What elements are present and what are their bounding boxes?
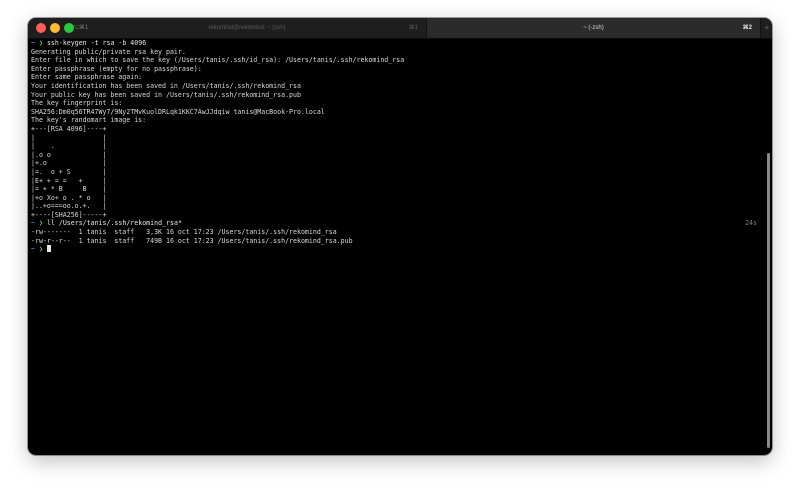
prompt-directory: ~ [31,245,35,254]
output-line: | . | [31,142,107,151]
output-line: Your identification has been saved in /U… [31,81,301,90]
output-line: |.o o | [31,150,107,159]
new-tab-button[interactable]: + [760,18,772,38]
close-window-button[interactable] [36,23,46,33]
output-line: Your public key has been saved in /Users… [31,90,301,99]
tab-ssh[interactable]: ⌥⌘1 rekomind@rekomind: ~ (ssh) ⌘1 [28,18,426,38]
command-line: ~ ❯ [31,245,759,254]
output-line: Enter passphrase (empty for no passphras… [31,64,202,73]
output-line: +---[RSA 4096]----+ [31,124,107,133]
output-line: |+.o | [31,159,107,168]
command-text: ll /Users/tanis/.ssh/rekomind_rsa* [46,219,182,228]
output-line: SHA256:Dm0q56TR47Wy7/9Ny2TMvKuolDRLqk1KK… [31,107,325,116]
command-line: ~ ❯ ll /Users/tanis/.ssh/rekomind_rsa* 24… [31,219,759,228]
output-line: The key's randomart image is: [31,116,147,125]
terminal-output[interactable]: ~ ❯ ssh-keygen -t rsa -b 4096 Generating … [31,39,759,453]
tab-shortcut: ⌘2 [742,25,752,31]
terminal-window: ⌥⌘1 rekomind@rekomind: ~ (ssh) ⌘1 ~ (-zs… [28,18,772,455]
scrollbar[interactable] [767,153,770,448]
output-line: | | [31,133,107,142]
prompt-arrow-icon: ❯ [38,219,43,228]
output-line: -rw------- 1 tanis staff 3,3K 16 oct 17:… [31,228,337,237]
tab-title: rekomind@rekomind: ~ (ssh) [208,25,286,31]
output-line: |+o Xo+ o . * o | [31,193,107,202]
output-line: -rw-r--r-- 1 tanis staff 749B 16 oct 17:… [31,236,353,245]
output-line: Generating public/private rsa key pair. [31,47,186,56]
minimize-window-button[interactable] [50,23,60,33]
output-line: |= + * B B | [31,185,107,194]
text-cursor [46,245,51,253]
command-text: ssh-keygen -t rsa -b 4096 [46,39,147,47]
output-line: +----[SHA256]-----+ [31,210,107,219]
output-line: |=. o + S | [31,167,107,176]
tab-zsh[interactable]: ~ (-zsh) ⌘2 [426,18,760,38]
output-line: Enter same passphrase again: [31,73,143,82]
title-bar: ⌥⌘1 rekomind@rekomind: ~ (ssh) ⌘1 ~ (-zs… [28,18,772,39]
command-duration: 24s [745,219,757,228]
maximize-window-button[interactable] [64,23,74,33]
tab-shortcut: ⌘1 [408,25,418,31]
output-line: |..+o===oo.o.+. | [31,202,107,211]
output-line: Enter file in which to save the key (/Us… [31,56,405,65]
prompt-arrow-icon: ❯ [38,245,43,254]
prompt-directory: ~ [31,219,35,228]
prompt-arrow-icon: ❯ [38,39,43,47]
output-line: The key fingerprint is: [31,99,123,108]
output-line: |E+ + = = + | [31,176,107,185]
prompt-directory: ~ [31,39,35,47]
command-line: ~ ❯ ssh-keygen -t rsa -b 4096 [31,39,759,48]
tab-title: ~ (-zsh) [583,25,604,31]
